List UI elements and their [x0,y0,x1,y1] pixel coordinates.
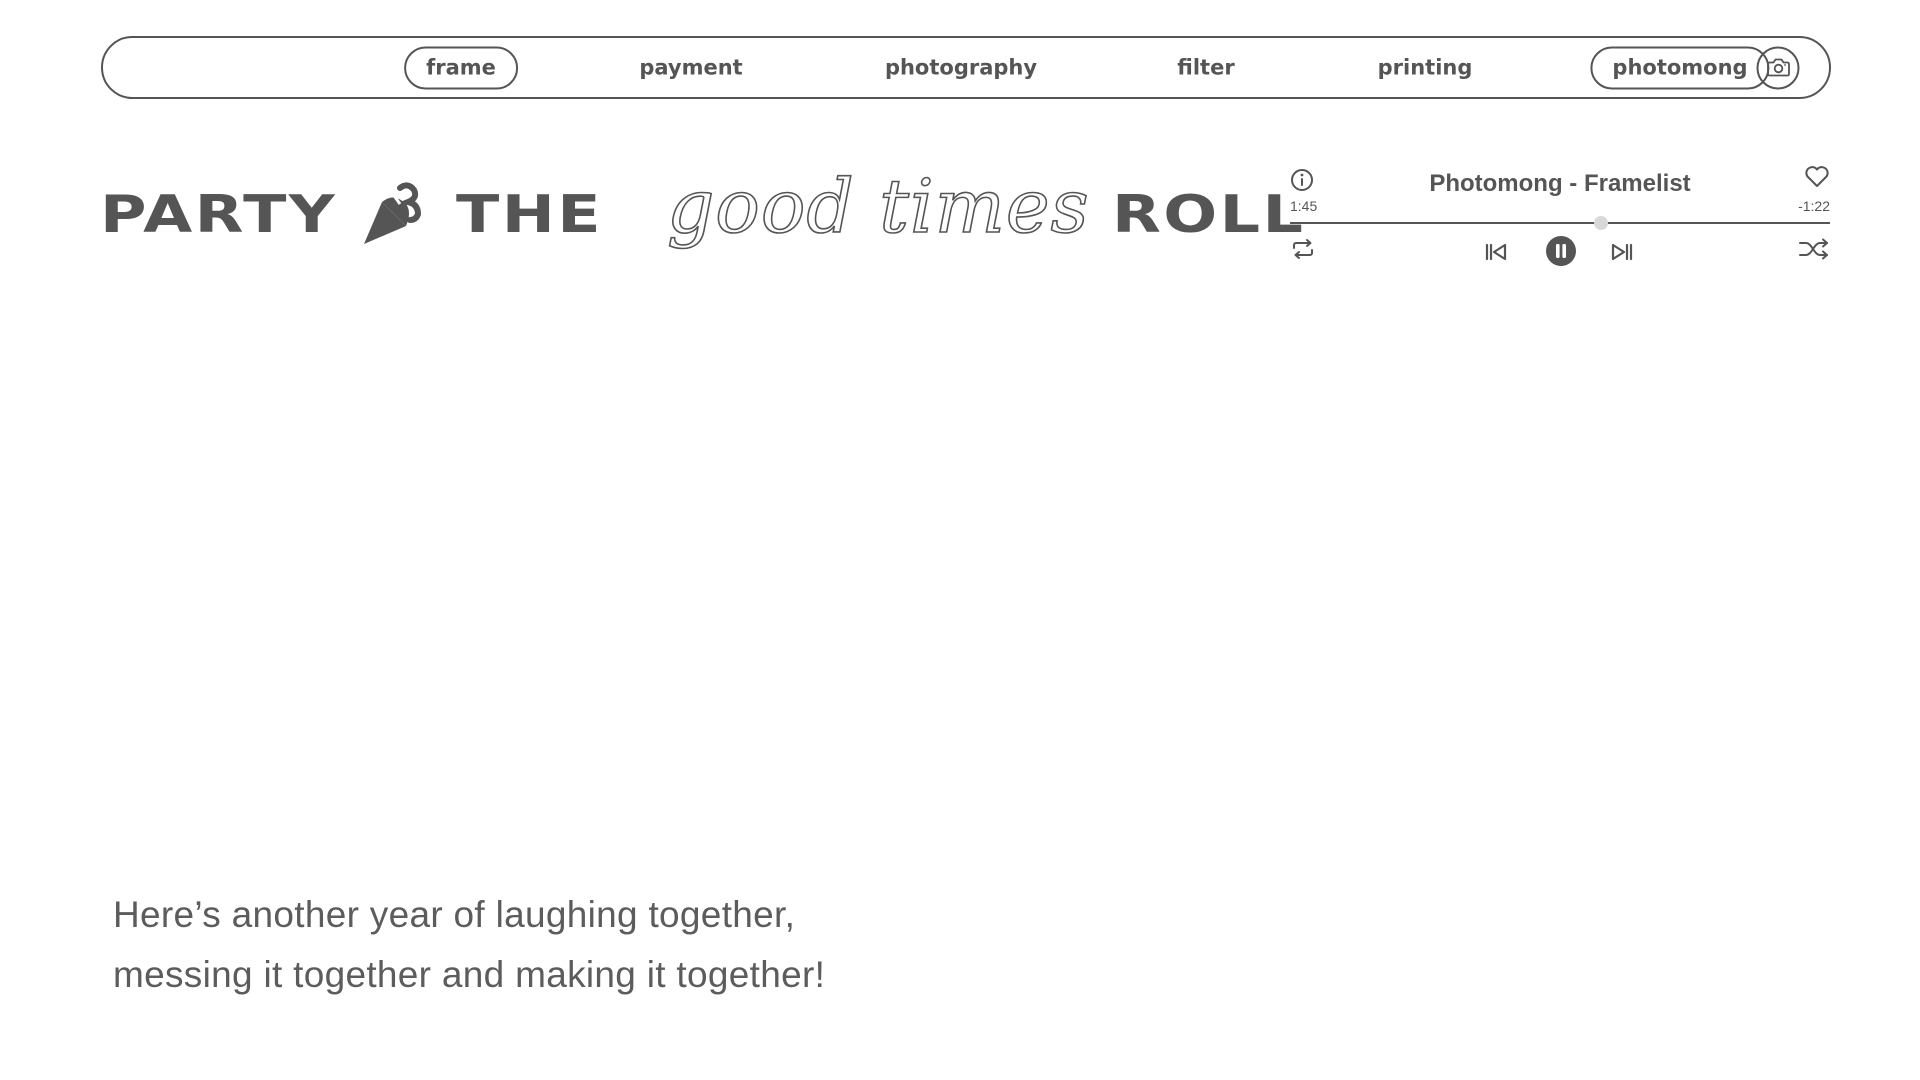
headline-word-party: PARTY [100,185,338,245]
nav-item-frame[interactable]: frame [404,46,518,89]
nav-brand-photomong[interactable]: photomong [1590,46,1770,89]
repeat-icon[interactable] [1290,238,1316,260]
progress-fill [1290,222,1830,224]
nav-item-label: frame [426,55,496,79]
shuffle-icon[interactable] [1798,238,1830,260]
top-nav-bar: frame payment photography filter printin… [101,36,1831,99]
pause-icon[interactable] [1545,235,1577,267]
brand-label: photomong [1612,55,1748,79]
camera-icon [1766,58,1790,77]
elapsed-time: 1:45 [1290,198,1318,214]
music-player: Photomong - Framelist 1:45 -1:22 [1290,165,1830,275]
nav-item-label: filter [1177,55,1235,79]
headline-script-good-times: good times [666,163,1090,251]
message-line-2: messing it together and making it togeth… [113,954,826,995]
skip-previous-icon[interactable] [1483,241,1509,263]
headline-word-the: THE [456,185,604,245]
camera-button[interactable] [1756,46,1800,89]
greeting-message: Here’s another year of laughing together… [113,885,1013,1005]
hero-headline: PARTY THE good times ROLL [100,160,1303,270]
track-title: Photomong - Framelist [1429,170,1691,197]
heart-icon[interactable] [1804,165,1830,189]
progress-track[interactable] [1290,216,1830,230]
nav-item-printing[interactable]: printing [1378,57,1473,78]
nav-item-label: payment [639,55,743,79]
skip-next-icon[interactable] [1609,241,1635,263]
headline-word-roll: ROLL [1111,185,1306,245]
nav-item-label: photography [884,55,1038,79]
message-line-1: Here’s another year of laughing together… [113,894,796,935]
nav-item-label: printing [1377,55,1473,79]
party-popper-icon [364,182,422,244]
remaining-time: -1:22 [1798,198,1830,214]
nav-item-photography[interactable]: photography [885,57,1037,78]
progress-knob[interactable] [1593,216,1608,230]
nav-item-filter[interactable]: filter [1177,57,1234,78]
nav-item-payment[interactable]: payment [639,57,742,78]
